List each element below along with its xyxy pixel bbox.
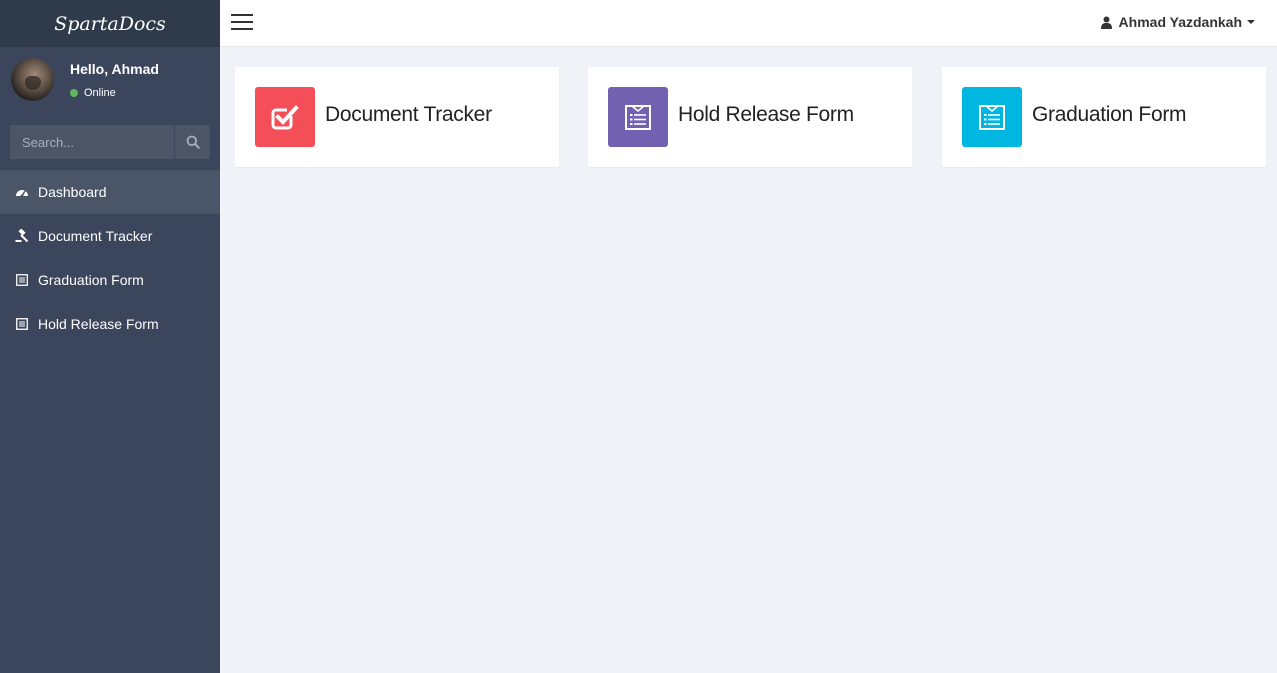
menu-toggle-icon[interactable] <box>231 14 253 30</box>
card-hold-release-form[interactable]: Hold Release Form <box>588 67 912 167</box>
sidebar-item-label: Graduation Form <box>38 272 144 288</box>
sidebar-menu: Dashboard Document Tracker Graduation Fo… <box>0 170 220 346</box>
form-icon <box>625 105 651 130</box>
top-header: Ahmad Yazdankah <box>220 0 1277 47</box>
user-greeting: Hello, Ahmad <box>70 61 159 77</box>
brand-logo[interactable]: SpartaDocs <box>0 0 220 47</box>
sidebar-item-document-tracker[interactable]: Document Tracker <box>0 214 220 258</box>
gavel-icon <box>15 229 29 243</box>
sidebar-item-hold-release-form[interactable]: Hold Release Form <box>0 302 220 346</box>
user-dropdown[interactable]: Ahmad Yazdankah <box>1100 14 1255 30</box>
dashboard-icon <box>15 185 29 199</box>
avatar <box>11 58 54 101</box>
search-button[interactable] <box>174 125 210 159</box>
user-panel: Hello, Ahmad Online <box>0 47 220 115</box>
sidebar-item-graduation-form[interactable]: Graduation Form <box>0 258 220 302</box>
search-icon <box>186 135 200 149</box>
card-tile <box>962 87 1022 147</box>
card-title: Document Tracker <box>325 103 492 126</box>
checkbox-icon <box>271 105 299 130</box>
user-status: Online <box>70 87 116 99</box>
chevron-down-icon <box>1247 20 1255 24</box>
sidebar-search <box>10 125 210 159</box>
card-tile <box>255 87 315 147</box>
form-icon <box>15 273 29 287</box>
status-label: Online <box>84 87 116 99</box>
card-document-tracker[interactable]: Document Tracker <box>235 67 559 167</box>
card-title: Graduation Form <box>1032 103 1187 126</box>
form-icon <box>979 105 1005 130</box>
sidebar-item-label: Document Tracker <box>38 228 153 244</box>
sidebar-item-dashboard[interactable]: Dashboard <box>0 170 220 214</box>
user-name: Ahmad Yazdankah <box>1118 14 1242 30</box>
user-icon <box>1100 16 1112 29</box>
sidebar-item-label: Dashboard <box>38 184 107 200</box>
search-input[interactable] <box>10 125 174 159</box>
card-title: Hold Release Form <box>678 103 854 126</box>
form-icon <box>15 317 29 331</box>
sidebar: SpartaDocs Hello, Ahmad Online Search...… <box>0 0 220 673</box>
card-graduation-form[interactable]: Graduation Form <box>942 67 1266 167</box>
online-dot-icon <box>70 89 78 97</box>
sidebar-item-label: Hold Release Form <box>38 316 159 332</box>
card-tile <box>608 87 668 147</box>
